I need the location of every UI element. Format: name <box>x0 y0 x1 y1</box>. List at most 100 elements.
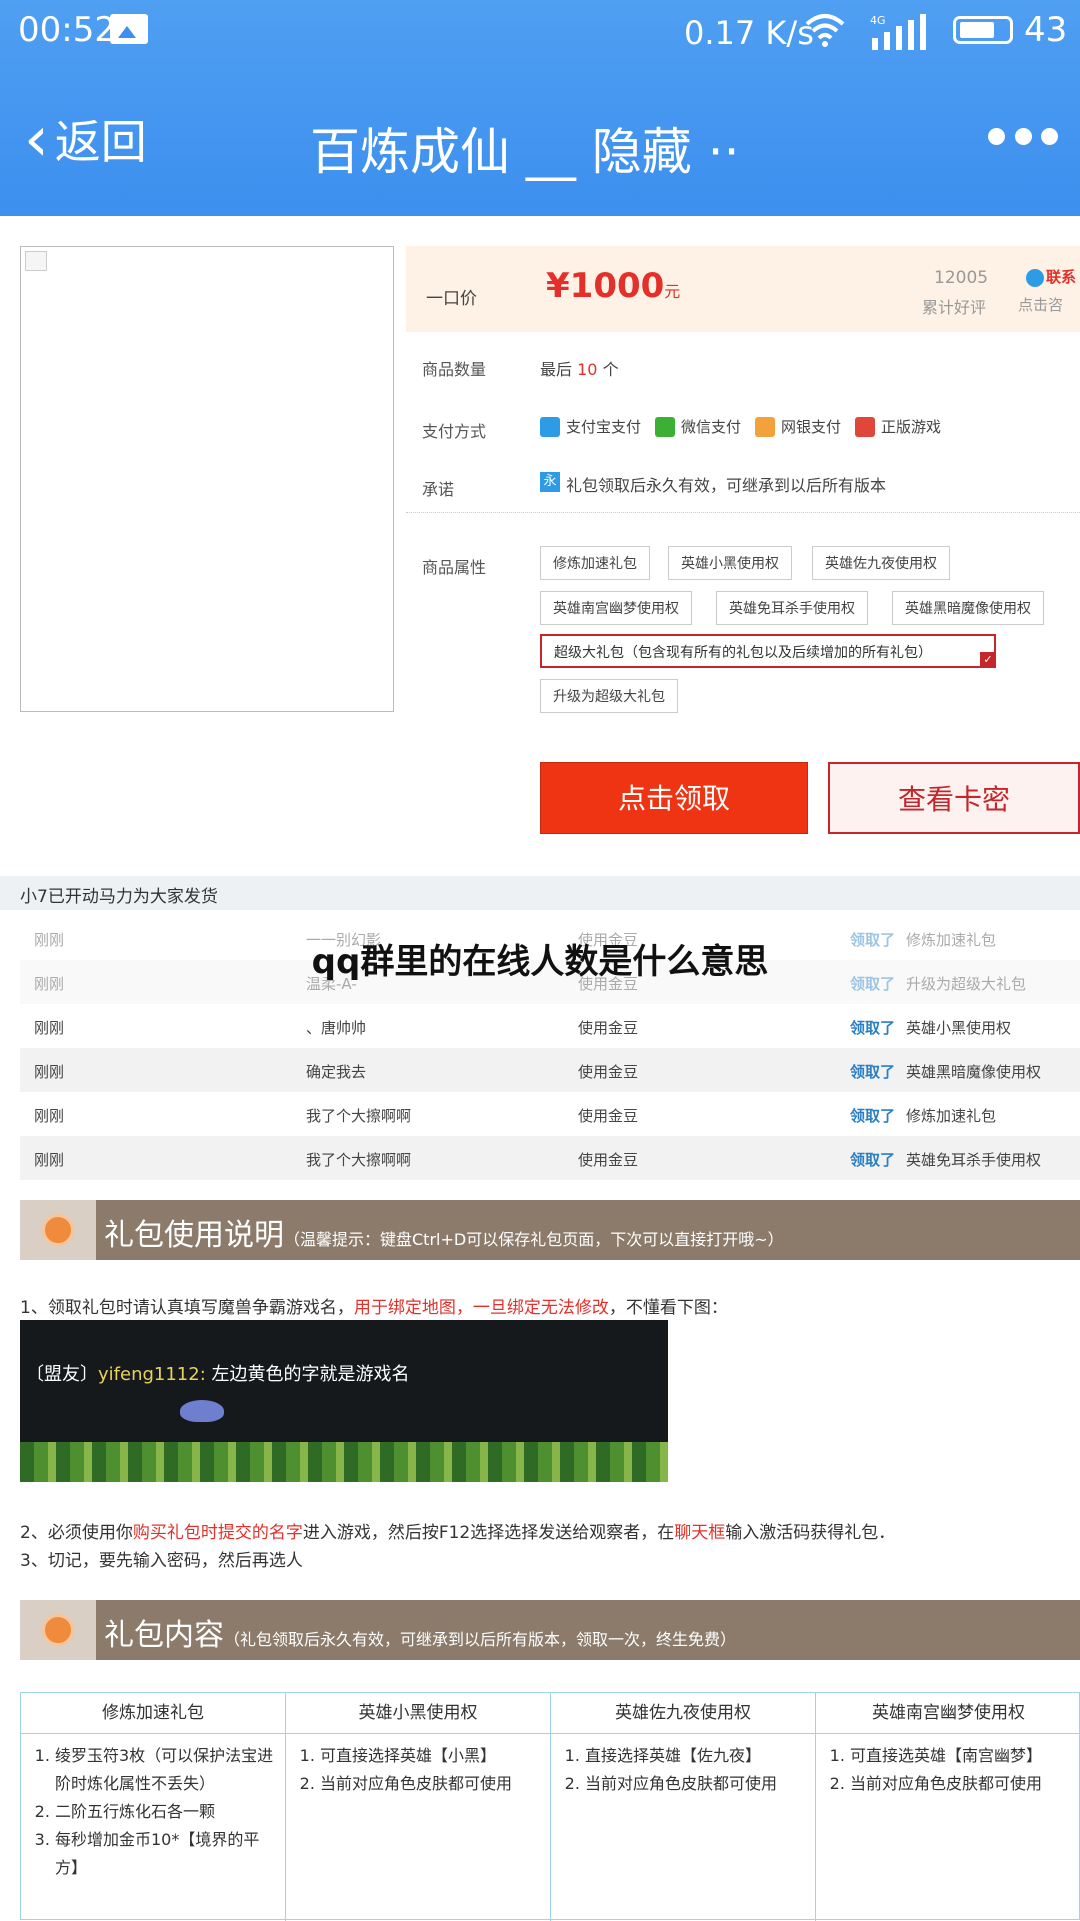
pack-item: 每秒增加金币10*【境界的平方】 <box>55 1826 275 1882</box>
quantity-count: 10 <box>577 360 598 379</box>
pack-column-header: 英雄南宫幽梦使用权 <box>816 1693 1080 1734</box>
game-screenshot: 〔盟友〕yifeng1112: 左边黄色的字就是游戏名 <box>20 1320 668 1482</box>
chevron-left-icon: ‹ <box>24 102 49 175</box>
instruction-step-1: 1、领取礼包时请认真填写魔兽争霸游戏名，用于绑定地图，一旦绑定无法修改，不懂看下… <box>20 1293 728 1318</box>
broken-image-icon <box>25 251 47 271</box>
wifi-icon <box>803 12 847 56</box>
activity-user: 确定我去 <box>306 1063 367 1081</box>
contact-button[interactable]: 联系 <box>1026 266 1076 287</box>
activity-row: 刚刚 我了个大擦啊啊 使用金豆 领取了 英雄免耳杀手使用权 <box>20 1136 1080 1180</box>
gear-badge-icon <box>42 1614 74 1646</box>
activity-user: 、唐帅帅 <box>306 1019 367 1037</box>
game-creature-sprite <box>180 1400 224 1422</box>
payment-option-bank: 网银支付 <box>755 416 841 437</box>
wechat-icon <box>655 416 676 437</box>
attributes-label: 商品属性 <box>422 558 487 577</box>
status-time: 00:52 <box>18 10 116 50</box>
instruction-highlight: 用于绑定地图，一旦绑定无法修改 <box>353 1298 609 1318</box>
instruction-step-3: 3、切记，要先输入密码，然后再选人 <box>20 1551 303 1571</box>
attr-option-hero-dark-golem[interactable]: 英雄黑暗魔像使用权 <box>892 591 1044 625</box>
contact-label: 联系 <box>1046 268 1077 286</box>
battery-icon <box>953 16 1013 44</box>
review-label: 累计好评 <box>922 298 987 317</box>
price-value: ¥1000元 <box>546 266 680 306</box>
pack-item: 二阶五行炼化石各一颗 <box>55 1798 275 1826</box>
instruction-text: 输入激活码获得礼包． <box>725 1523 896 1543</box>
pack-item: 当前对应角色皮肤都可使用 <box>320 1770 540 1798</box>
activity-row: 刚刚 我了个大擦啊啊 使用金豆 领取了 修炼加速礼包 <box>20 1092 1080 1136</box>
caption-text: 左边黄色的字就是游戏名 <box>205 1364 410 1385</box>
review-count: 12005 <box>934 268 989 288</box>
attr-option-hero-nangong[interactable]: 英雄南宫幽梦使用权 <box>540 591 692 625</box>
caption-prefix: 〔盟友〕 <box>26 1364 98 1385</box>
payment-option-label: 网银支付 <box>781 418 842 436</box>
activity-header: 小7已开动马力为大家发货 <box>0 876 1080 910</box>
game-caption: 〔盟友〕yifeng1112: 左边黄色的字就是游戏名 <box>26 1360 410 1386</box>
attr-option-hero-xiaohei[interactable]: 英雄小黑使用权 <box>668 546 792 580</box>
pack-item-list: 可直接选英雄【南宫幽梦】 当前对应角色皮肤都可使用 <box>816 1742 1080 1798</box>
quantity-value: 最后 10 个 <box>540 356 619 380</box>
instruction-text: 2、必须使用你 <box>20 1523 133 1543</box>
product-image[interactable] <box>20 246 394 712</box>
payment-option-label: 支付宝支付 <box>566 418 642 436</box>
activity-title: 小7已开动马力为大家发货 <box>20 887 218 907</box>
back-button[interactable]: ‹ 返回 <box>24 104 147 174</box>
activity-time: 刚刚 <box>34 1107 65 1125</box>
attr-option-label: 超级大礼包（包含现有所有的礼包以及后续增加的所有礼包） <box>554 645 932 661</box>
pack-content-table: 修炼加速礼包 绫罗玉符3枚（可以保护法宝进阶时炼化属性不丢失） 二阶五行炼化石各… <box>20 1692 1080 1921</box>
quantity-prefix: 最后 <box>540 360 573 379</box>
attr-option-hero-mianer[interactable]: 英雄免耳杀手使用权 <box>716 591 868 625</box>
gear-badge-icon <box>42 1214 74 1246</box>
attr-option-upgrade-super[interactable]: 升级为超级大礼包 <box>540 679 678 713</box>
payment-option-label: 正版游戏 <box>881 418 942 436</box>
pack-item: 当前对应角色皮肤都可使用 <box>585 1770 805 1798</box>
more-options-icon[interactable] <box>988 128 1058 154</box>
activity-row: 刚刚 、唐帅帅 使用金豆 领取了 英雄小黑使用权 <box>20 1004 1080 1048</box>
instruction-highlight: 聊天框 <box>674 1523 726 1543</box>
price-unit: 元 <box>664 282 681 301</box>
pack-item: 绫罗玉符3枚（可以保护法宝进阶时炼化属性不丢失） <box>55 1742 275 1798</box>
section-note: （礼包领取后永久有效，可继承到以后所有版本，领取一次，终生免费） <box>224 1630 737 1649</box>
signal-4g-icon: 4G <box>870 14 926 50</box>
promise-label: 承诺 <box>422 480 455 499</box>
activity-action: 领取了 <box>850 1107 896 1125</box>
claim-button[interactable]: 点击领取 <box>540 762 808 834</box>
svg-text:4G: 4G <box>870 14 886 27</box>
activity-action: 领取了 <box>850 1019 896 1037</box>
promise-text: 礼包领取后永久有效，可继承到以后所有版本 <box>566 476 887 495</box>
payment-label: 支付方式 <box>422 422 487 441</box>
content-section-title: 礼包内容（礼包领取后永久有效，可继承到以后所有版本，领取一次，终生免费） <box>104 1610 736 1654</box>
activity-time: 刚刚 <box>34 1019 65 1037</box>
pack-item-list: 绫罗玉符3枚（可以保护法宝进阶时炼化属性不丢失） 二阶五行炼化石各一颗 每秒增加… <box>21 1742 285 1882</box>
attr-option-hero-zuojiuye[interactable]: 英雄佐九夜使用权 <box>812 546 950 580</box>
activity-item: 英雄小黑使用权 <box>906 1019 1012 1037</box>
price-amount: ¥1000 <box>546 266 665 306</box>
quantity-label: 商品数量 <box>422 360 487 379</box>
view-card-button[interactable]: 查看卡密 <box>828 762 1080 834</box>
activity-method: 使用金豆 <box>578 1019 639 1037</box>
payment-option-genuine: 正版游戏 <box>855 416 941 437</box>
pack-column-header: 英雄佐九夜使用权 <box>551 1693 815 1734</box>
page-title: 百炼成仙 __ 隐藏 ·· <box>310 123 740 181</box>
pack-column: 英雄南宫幽梦使用权 可直接选英雄【南宫幽梦】 当前对应角色皮肤都可使用 <box>816 1693 1080 1921</box>
attr-option-super-pack[interactable]: 超级大礼包（包含现有所有的礼包以及后续增加的所有礼包） ✓ <box>540 634 996 668</box>
activity-action: 领取了 <box>850 1063 896 1081</box>
activity-item: 英雄黑暗魔像使用权 <box>906 1063 1042 1081</box>
instruction-step-2: 2、必须使用你购买礼包时提交的名字进入游戏，然后按F12选择选择发送给观察者，在… <box>20 1518 895 1543</box>
activity-time: 刚刚 <box>34 1063 65 1081</box>
pack-column-header: 英雄小黑使用权 <box>286 1693 550 1734</box>
activity-method: 使用金豆 <box>578 1151 639 1169</box>
price-box: 一口价 ¥1000元 12005 累计好评 联系 点击咨 <box>406 246 1080 332</box>
attr-option-cultivation-pack[interactable]: 修炼加速礼包 <box>540 546 650 580</box>
chat-icon <box>1026 268 1044 287</box>
activity-user: 我了个大擦啊啊 <box>306 1151 412 1169</box>
activity-item: 修炼加速礼包 <box>906 1107 997 1125</box>
divider <box>406 512 1080 513</box>
usage-section-header: 礼包使用说明（温馨提示：键盘Ctrl+D可以保存礼包页面，下次可以直接打开哦~） <box>20 1200 1080 1260</box>
section-note: （温馨提示：键盘Ctrl+D可以保存礼包页面，下次可以直接打开哦~） <box>284 1230 784 1249</box>
payment-option-alipay: 支付宝支付 <box>540 416 641 437</box>
overlay-headline: qq群里的在线人数是什么意思 <box>311 942 769 982</box>
section-title-text: 礼包内容 <box>104 1618 224 1653</box>
gallery-notification-icon <box>110 14 148 44</box>
usage-section-title: 礼包使用说明（温馨提示：键盘Ctrl+D可以保存礼包页面，下次可以直接打开哦~） <box>104 1210 784 1254</box>
